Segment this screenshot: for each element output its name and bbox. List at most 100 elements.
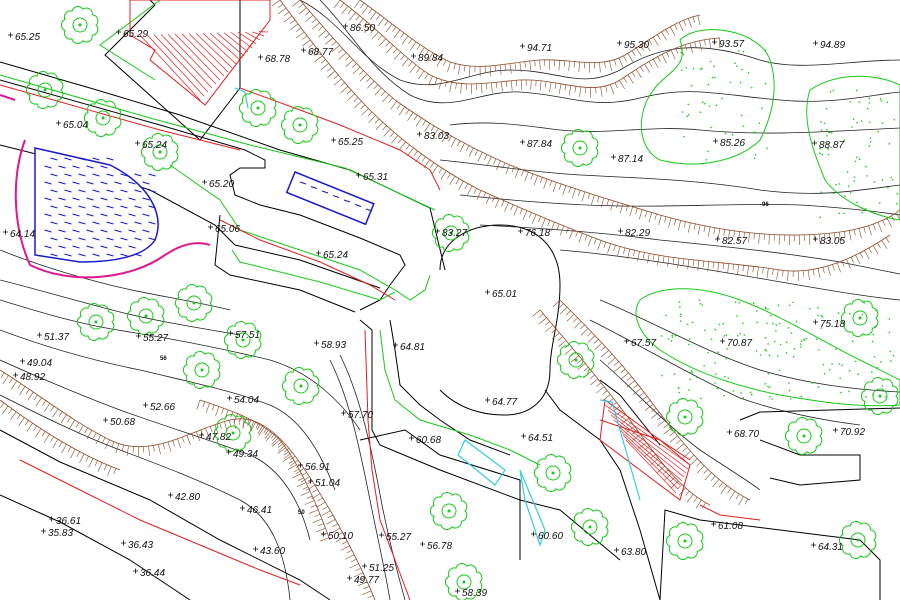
elevation-label: 49.04: [27, 358, 52, 369]
spot-elevation: 42.80: [168, 492, 200, 503]
tree-icon: [238, 89, 277, 127]
elevation-label: 94.71: [527, 43, 552, 54]
tree-icon: [60, 6, 99, 44]
tree-symbols: [25, 6, 899, 600]
spot-elevation: 56.78: [420, 541, 452, 552]
spot-elevation: 94.89: [813, 40, 845, 51]
elevation-label: 65.20: [209, 179, 234, 190]
elevation-label: 75.18: [820, 319, 845, 330]
tree-icon: [840, 299, 879, 337]
tree-icon: [25, 71, 64, 109]
elevation-label: 50.10: [328, 531, 353, 542]
spot-elevation: 67.57: [624, 338, 656, 349]
spot-elevation: 51.04: [308, 478, 340, 489]
elevation-label: 83.05: [820, 236, 845, 247]
elevation-label: 60.68: [416, 435, 441, 446]
elevation-label: 49.34: [233, 449, 258, 460]
elevation-label: 56.91: [305, 462, 330, 473]
spot-elevation: 64.14: [3, 229, 35, 240]
spot-elevation: 51.37: [37, 332, 69, 343]
elevation-label: 55.27: [386, 532, 411, 543]
elevation-label: 82.57: [722, 236, 747, 247]
spot-elevation: 65.06: [208, 224, 240, 235]
spot-elevation: 49.04: [20, 358, 52, 369]
elevation-label: 65.24: [323, 250, 348, 261]
spot-elevation: 47.82: [199, 432, 231, 443]
elevation-label: 68.77: [308, 47, 333, 58]
elevation-label: 64.81: [400, 342, 425, 353]
elevation-label: 46.41: [247, 505, 272, 516]
spot-elevation: 65.25: [331, 137, 363, 148]
spot-elevation: 63.80: [614, 547, 646, 558]
vegetation-stipple: [660, 49, 899, 400]
elevation-label: 58.39: [462, 588, 487, 599]
spot-elevation: 65.25: [8, 32, 40, 43]
elevation-label: 95.30: [624, 40, 649, 51]
tree-icon: [560, 129, 599, 167]
spot-elevation: 58.93: [314, 340, 346, 351]
tree-icon: [126, 297, 165, 335]
elevation-label: 65.24: [142, 140, 167, 151]
spot-elevation: 82.57: [715, 236, 747, 247]
elevation-label: 35.83: [48, 528, 73, 539]
tree-icon: [76, 303, 115, 341]
elevation-label: 65.06: [215, 224, 240, 235]
spot-elevation: 61.08: [711, 521, 743, 532]
elevation-label: 64.77: [492, 397, 517, 408]
spot-elevation: 88.87: [812, 140, 844, 151]
spot-elevation: 64.51: [521, 433, 553, 444]
spot-elevation: 55.27: [136, 333, 168, 344]
spot-elevation: 65.24: [135, 140, 167, 151]
spot-elevation: 94.71: [520, 43, 552, 54]
elevation-label: 64.51: [528, 433, 553, 444]
spot-elevation: 58.39: [455, 588, 487, 599]
tree-icon: [556, 341, 595, 379]
elevation-label: 70.92: [840, 427, 865, 438]
tree-icon: [665, 398, 704, 436]
elevation-label: 51.25: [369, 563, 394, 574]
tree-icon: [665, 522, 704, 560]
spot-elevation: 85.26: [713, 138, 745, 149]
elevation-label: 56.78: [427, 541, 452, 552]
spot-elevation: 57.51: [228, 330, 260, 341]
spot-elevation: 50.10: [321, 531, 353, 542]
elevation-label: 88.87: [819, 140, 844, 151]
spot-elevation: 89.84: [411, 53, 443, 64]
elevation-label: 51.37: [44, 332, 69, 343]
spot-elevation: 68.78: [258, 54, 290, 65]
elevation-label: 67.57: [631, 338, 656, 349]
spot-elevation: 35.83: [41, 528, 73, 539]
elevation-label: 48.92: [20, 372, 45, 383]
spot-elevation: 65.29: [116, 29, 148, 40]
elevation-label: 57.51: [235, 330, 260, 341]
elevation-label: 57.70: [348, 410, 373, 421]
spot-elevation: 87.84: [520, 139, 552, 150]
elevation-label: 87.84: [527, 139, 552, 150]
spot-elevation: 43.60: [253, 546, 285, 557]
slope-ticks: [0, 0, 900, 599]
elevation-label: 65.25: [15, 32, 40, 43]
elevation-label: 65.29: [123, 29, 148, 40]
elevation-label: 68.70: [734, 429, 759, 440]
elevation-label: 89.84: [418, 53, 443, 64]
spot-elevation: 49.77: [347, 575, 379, 586]
elevation-label: 65.25: [338, 137, 363, 148]
elevation-label: 65.04: [63, 120, 88, 131]
elevation-label: 52.66: [150, 402, 175, 413]
tree-icon: [784, 417, 823, 455]
spot-elevation: 68.77: [301, 47, 333, 58]
spot-elevation: 54.04: [227, 395, 259, 406]
tree-icon: [182, 351, 221, 389]
elevation-label: 65.01: [492, 289, 517, 300]
tree-icon: [570, 508, 609, 546]
contour-label: 56: [160, 356, 167, 362]
elevation-label: 50.68: [110, 417, 135, 428]
spot-elevation: 68.70: [727, 429, 759, 440]
elevation-label: 68.78: [265, 54, 290, 65]
tree-icon: [280, 106, 319, 144]
elevation-label: 55.27: [143, 333, 168, 344]
elevation-label: 82.29: [625, 228, 650, 239]
tree-icon: [429, 492, 468, 530]
elevation-label: 58.93: [321, 340, 346, 351]
elevation-label: 36.43: [128, 540, 153, 551]
